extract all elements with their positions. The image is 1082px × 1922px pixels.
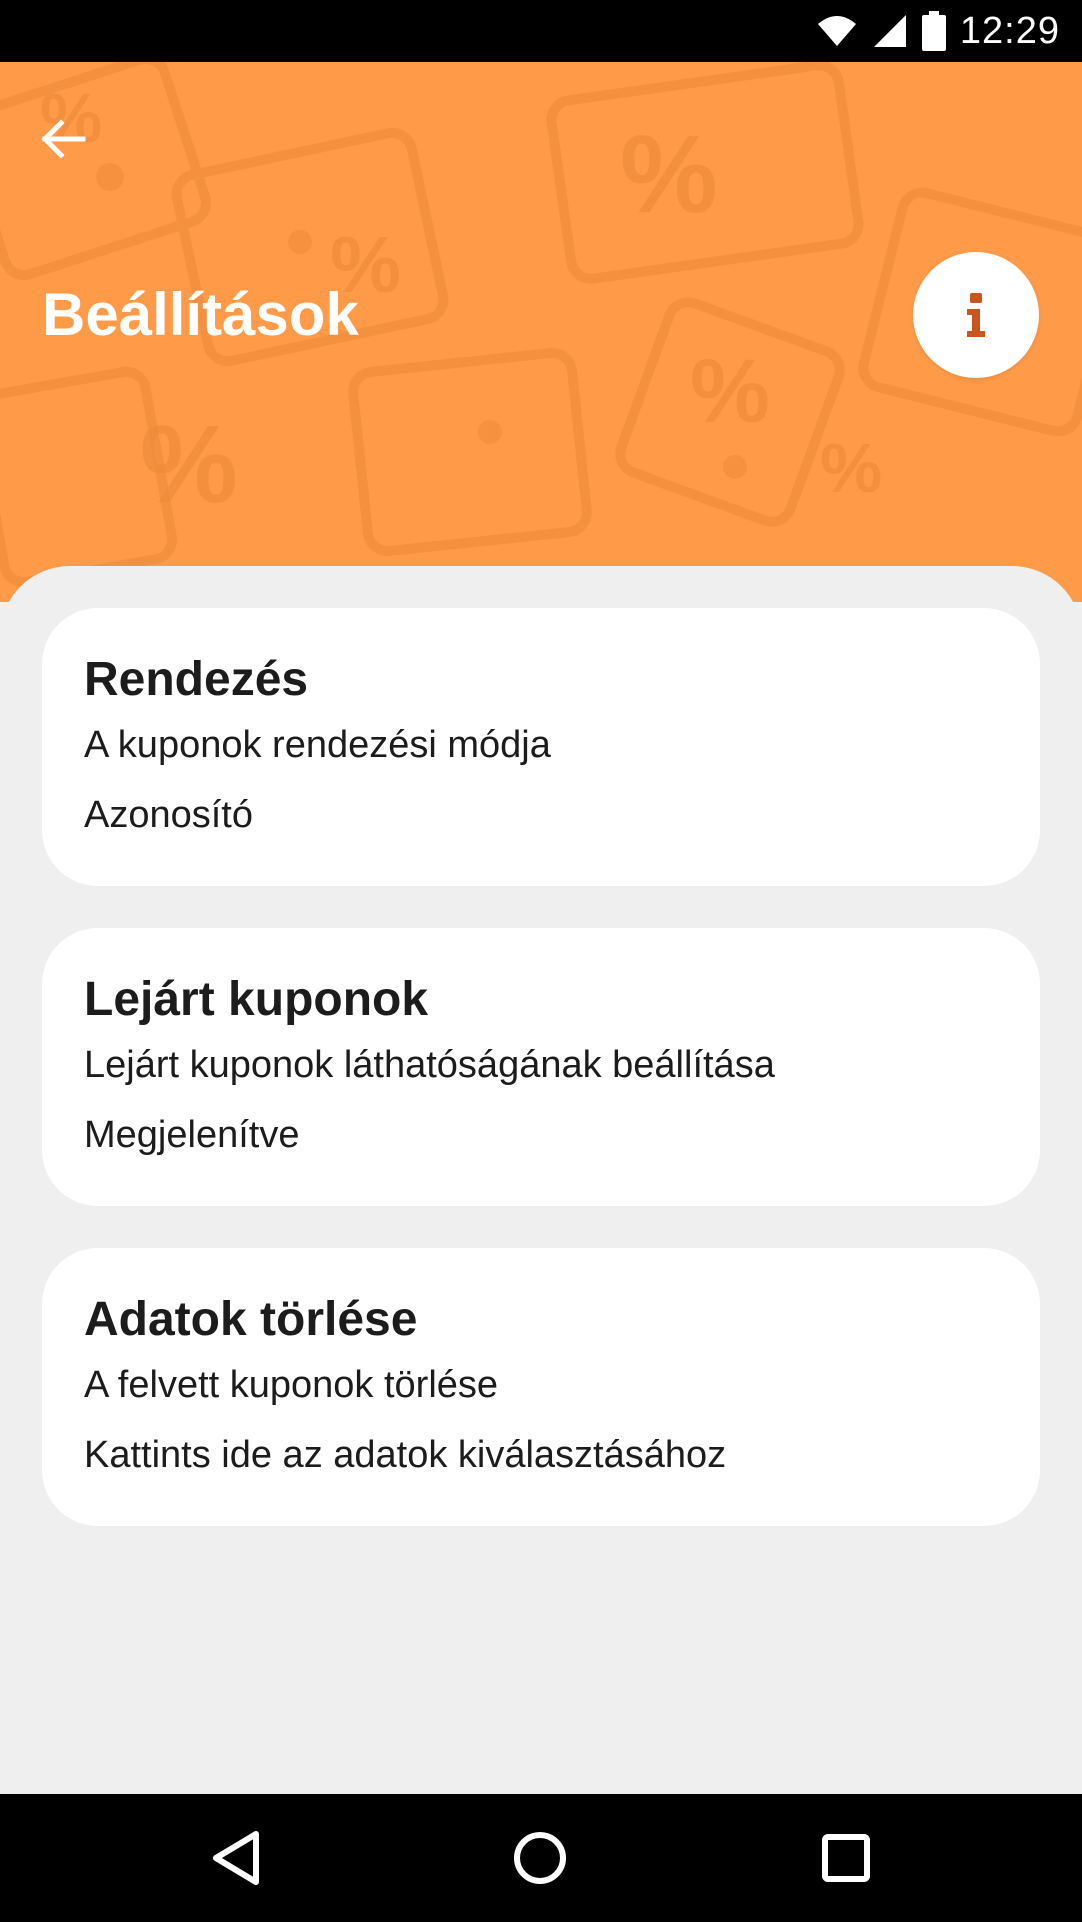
nav-home-button[interactable]	[500, 1818, 580, 1898]
setting-value: Megjelenítve	[84, 1114, 300, 1156]
settings-card-sorting[interactable]: Rendezés A kuponok rendezési módja Azono…	[42, 608, 1040, 886]
recents-square-icon	[822, 1834, 870, 1882]
svg-text:%: %	[140, 403, 238, 526]
header: % % % % % % Beállítások	[0, 62, 1082, 602]
info-icon	[967, 293, 985, 337]
svg-text:%: %	[820, 429, 882, 507]
setting-description: A kuponok rendezési módja	[84, 724, 551, 766]
nav-recents-button[interactable]	[806, 1818, 886, 1898]
svg-text:%: %	[690, 342, 770, 442]
wifi-icon	[817, 16, 856, 46]
nav-back-button[interactable]	[196, 1818, 276, 1898]
setting-value: Azonosító	[84, 794, 253, 836]
arrow-left-icon	[41, 119, 86, 159]
setting-description: Lejárt kuponok láthatóságának beállítása	[84, 1044, 775, 1086]
setting-description: A felvett kuponok törlése	[84, 1364, 499, 1406]
page-title: Beállítások	[42, 281, 359, 348]
settings-card-expired-coupons[interactable]: Lejárt kuponok Lejárt kuponok láthatóság…	[42, 928, 1040, 1206]
home-circle-icon	[514, 1832, 566, 1884]
back-triangle-icon	[213, 1831, 259, 1885]
settings-card-delete-data[interactable]: Adatok törlése A felvett kuponok törlése…	[42, 1248, 1040, 1526]
battery-icon	[921, 11, 946, 51]
settings-list: Rendezés A kuponok rendezési módja Azono…	[0, 566, 1082, 1794]
status-bar: 12:29	[0, 0, 1082, 62]
setting-title: Rendezés	[84, 653, 309, 706]
navigation-bar	[0, 1794, 1082, 1922]
setting-value: Kattints ide az adatok kiválasztásához	[84, 1434, 727, 1476]
signal-icon	[873, 15, 906, 47]
info-button[interactable]	[913, 252, 1039, 378]
setting-title: Lejárt kuponok	[84, 973, 429, 1026]
setting-title: Adatok törlése	[84, 1293, 418, 1346]
back-button[interactable]	[28, 104, 98, 174]
status-time: 12:29	[959, 9, 1060, 52]
svg-text:%: %	[620, 113, 718, 236]
